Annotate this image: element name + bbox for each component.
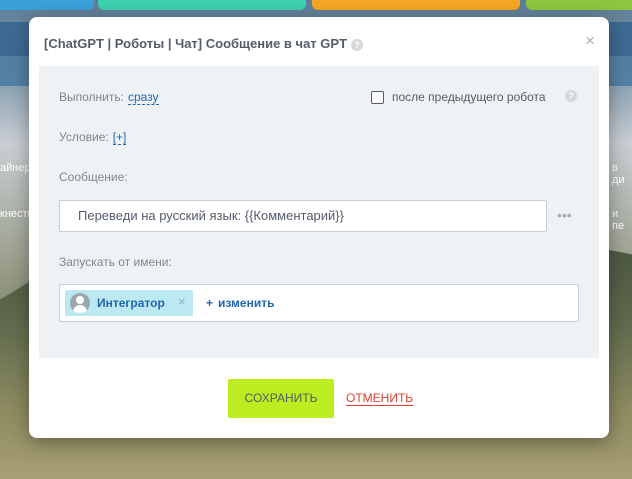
change-user-label: изменить [218, 296, 275, 310]
run-as-field[interactable]: Интегратор × + изменить [59, 284, 579, 322]
user-name: Интегратор [97, 296, 165, 310]
after-previous-checkbox[interactable] [371, 91, 384, 105]
message-input[interactable]: Переведи на русский язык: {{Комментарий}… [59, 200, 547, 232]
dialog-title: [ChatGPT | Роботы | Чат] Сообщение в чат… [44, 36, 364, 51]
user-tag: Интегратор × [65, 290, 193, 316]
dialog-title-text: [ChatGPT | Роботы | Чат] Сообщение в чат… [44, 36, 348, 51]
help-icon[interactable]: ? [565, 90, 577, 102]
more-dots-icon[interactable]: ••• [557, 207, 572, 223]
save-button[interactable]: СОХРАНИТЬ [228, 379, 334, 418]
cancel-button[interactable]: ОТМЕНИТЬ [346, 392, 414, 406]
after-previous-label: после предыдущего робота [392, 90, 546, 104]
user-avatar-icon [70, 293, 90, 313]
robot-settings-dialog: [ChatGPT | Роботы | Чат] Сообщение в чат… [29, 17, 609, 438]
background-tab [0, 0, 94, 10]
execute-label: Выполнить: [59, 90, 124, 104]
execute-timing-link[interactable]: сразу [127, 90, 159, 105]
background-tab [312, 0, 520, 10]
condition-row: Условие: [+] [59, 130, 127, 145]
background-text: в ди [612, 162, 625, 186]
background-text: и пе [612, 208, 625, 232]
change-user-link[interactable]: + изменить [206, 296, 275, 310]
background-tabs [0, 0, 632, 12]
run-as-label: Запускать от имени: [59, 255, 172, 269]
plus-icon: + [206, 296, 214, 310]
help-icon[interactable]: ? [351, 38, 364, 51]
settings-panel: Выполнить: сразу после предыдущего робота… [39, 66, 599, 358]
background-tab [98, 0, 306, 10]
close-icon[interactable]: × [585, 31, 595, 51]
background-tab [526, 0, 632, 10]
message-label: Сообщение: [59, 170, 128, 184]
execute-row: Выполнить: сразу [59, 90, 159, 105]
remove-tag-icon[interactable]: × [178, 294, 186, 309]
after-previous-option[interactable]: после предыдущего робота [371, 90, 546, 105]
add-condition-link[interactable]: [+] [112, 130, 127, 145]
condition-label: Условие: [59, 130, 109, 144]
